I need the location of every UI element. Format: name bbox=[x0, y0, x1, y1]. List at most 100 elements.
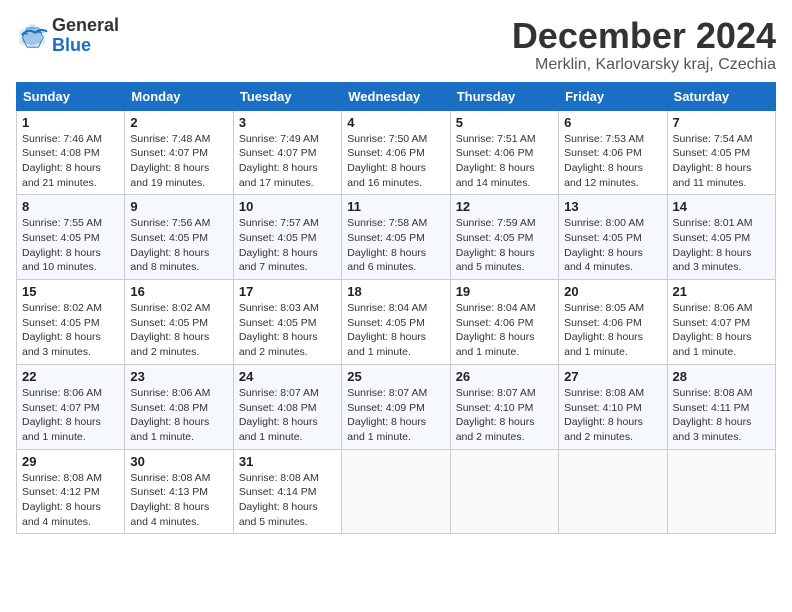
header-saturday: Saturday bbox=[667, 82, 775, 110]
day-detail: Sunrise: 7:59 AMSunset: 4:05 PMDaylight:… bbox=[456, 216, 553, 275]
day-detail: Sunrise: 8:04 AMSunset: 4:05 PMDaylight:… bbox=[347, 301, 444, 360]
day-number: 14 bbox=[673, 199, 770, 214]
calendar-cell: 15 Sunrise: 8:02 AMSunset: 4:05 PMDayligh… bbox=[17, 280, 125, 365]
day-number: 24 bbox=[239, 369, 336, 384]
day-detail: Sunrise: 7:49 AMSunset: 4:07 PMDaylight:… bbox=[239, 132, 336, 191]
day-number: 25 bbox=[347, 369, 444, 384]
day-detail: Sunrise: 8:06 AMSunset: 4:07 PMDaylight:… bbox=[22, 386, 119, 445]
page-header: General Blue December 2024 Merklin, Karl… bbox=[16, 16, 776, 74]
day-detail: Sunrise: 8:05 AMSunset: 4:06 PMDaylight:… bbox=[564, 301, 661, 360]
calendar-cell: 31 Sunrise: 8:08 AMSunset: 4:14 PMDayligh… bbox=[233, 449, 341, 534]
day-detail: Sunrise: 8:04 AMSunset: 4:06 PMDaylight:… bbox=[456, 301, 553, 360]
header-wednesday: Wednesday bbox=[342, 82, 450, 110]
calendar-cell: 30Sunrise: 8:08 AMSunset: 4:13 PMDayligh… bbox=[125, 449, 233, 534]
day-detail: Sunrise: 8:07 AMSunset: 4:08 PMDaylight:… bbox=[239, 386, 336, 445]
day-number: 12 bbox=[456, 199, 553, 214]
day-number: 28 bbox=[673, 369, 770, 384]
day-number: 31 bbox=[239, 454, 336, 469]
day-detail: Sunrise: 8:00 AMSunset: 4:05 PMDaylight:… bbox=[564, 216, 661, 275]
calendar-cell: 7 Sunrise: 7:54 AMSunset: 4:05 PMDaylight… bbox=[667, 110, 775, 195]
calendar-cell: 23 Sunrise: 8:06 AMSunset: 4:08 PMDayligh… bbox=[125, 364, 233, 449]
calendar-cell: 11 Sunrise: 7:58 AMSunset: 4:05 PMDayligh… bbox=[342, 195, 450, 280]
day-number: 6 bbox=[564, 115, 661, 130]
day-detail: Sunrise: 8:01 AMSunset: 4:05 PMDaylight:… bbox=[673, 216, 770, 275]
day-number: 21 bbox=[673, 284, 770, 299]
calendar-cell: 27Sunrise: 8:08 AMSunset: 4:10 PMDayligh… bbox=[559, 364, 667, 449]
day-detail: Sunrise: 8:07 AMSunset: 4:10 PMDaylight:… bbox=[456, 386, 553, 445]
day-detail: Sunrise: 7:58 AMSunset: 4:05 PMDaylight:… bbox=[347, 216, 444, 275]
day-number: 20 bbox=[564, 284, 661, 299]
day-number: 17 bbox=[239, 284, 336, 299]
calendar-cell: 22 Sunrise: 8:06 AMSunset: 4:07 PMDayligh… bbox=[17, 364, 125, 449]
day-number: 27 bbox=[564, 369, 661, 384]
calendar-cell: 21 Sunrise: 8:06 AMSunset: 4:07 PMDayligh… bbox=[667, 280, 775, 365]
calendar-cell bbox=[342, 449, 450, 534]
calendar-cell: 12 Sunrise: 7:59 AMSunset: 4:05 PMDayligh… bbox=[450, 195, 558, 280]
day-detail: Sunrise: 8:08 AMSunset: 4:11 PMDaylight:… bbox=[673, 386, 770, 445]
calendar-cell: 16Sunrise: 8:02 AMSunset: 4:05 PMDayligh… bbox=[125, 280, 233, 365]
day-detail: Sunrise: 8:08 AMSunset: 4:13 PMDaylight:… bbox=[130, 471, 227, 530]
day-number: 11 bbox=[347, 199, 444, 214]
day-detail: Sunrise: 7:50 AMSunset: 4:06 PMDaylight:… bbox=[347, 132, 444, 191]
day-number: 1 bbox=[22, 115, 119, 130]
calendar-cell bbox=[559, 449, 667, 534]
day-detail: Sunrise: 7:53 AMSunset: 4:06 PMDaylight:… bbox=[564, 132, 661, 191]
day-detail: Sunrise: 7:57 AMSunset: 4:05 PMDaylight:… bbox=[239, 216, 336, 275]
logo-general: General bbox=[52, 15, 119, 35]
day-number: 13 bbox=[564, 199, 661, 214]
day-number: 3 bbox=[239, 115, 336, 130]
day-number: 7 bbox=[673, 115, 770, 130]
day-detail: Sunrise: 8:02 AMSunset: 4:05 PMDaylight:… bbox=[22, 301, 119, 360]
day-number: 26 bbox=[456, 369, 553, 384]
calendar-cell: 20 Sunrise: 8:05 AMSunset: 4:06 PMDayligh… bbox=[559, 280, 667, 365]
day-number: 23 bbox=[130, 369, 227, 384]
header-thursday: Thursday bbox=[450, 82, 558, 110]
calendar-cell: 8Sunrise: 7:55 AMSunset: 4:05 PMDaylight… bbox=[17, 195, 125, 280]
day-number: 9 bbox=[130, 199, 227, 214]
calendar-cell bbox=[450, 449, 558, 534]
month-title: December 2024 bbox=[512, 16, 776, 56]
day-number: 22 bbox=[22, 369, 119, 384]
calendar-cell: 13 Sunrise: 8:00 AMSunset: 4:05 PMDayligh… bbox=[559, 195, 667, 280]
day-detail: Sunrise: 8:06 AMSunset: 4:07 PMDaylight:… bbox=[673, 301, 770, 360]
calendar-cell: 26 Sunrise: 8:07 AMSunset: 4:10 PMDayligh… bbox=[450, 364, 558, 449]
day-number: 19 bbox=[456, 284, 553, 299]
calendar-cell: 14 Sunrise: 8:01 AMSunset: 4:05 PMDayligh… bbox=[667, 195, 775, 280]
logo: General Blue bbox=[16, 16, 119, 56]
calendar-cell bbox=[667, 449, 775, 534]
header-sunday: Sunday bbox=[17, 82, 125, 110]
day-number: 15 bbox=[22, 284, 119, 299]
header-monday: Monday bbox=[125, 82, 233, 110]
calendar-cell: 19 Sunrise: 8:04 AMSunset: 4:06 PMDayligh… bbox=[450, 280, 558, 365]
day-detail: Sunrise: 7:48 AMSunset: 4:07 PMDaylight:… bbox=[130, 132, 227, 191]
calendar-cell: 9 Sunrise: 7:56 AMSunset: 4:05 PMDaylight… bbox=[125, 195, 233, 280]
calendar-cell: 25Sunrise: 8:07 AMSunset: 4:09 PMDayligh… bbox=[342, 364, 450, 449]
calendar-cell: 28 Sunrise: 8:08 AMSunset: 4:11 PMDayligh… bbox=[667, 364, 775, 449]
day-detail: Sunrise: 8:02 AMSunset: 4:05 PMDaylight:… bbox=[130, 301, 227, 360]
logo-icon bbox=[16, 20, 48, 52]
day-number: 8 bbox=[22, 199, 119, 214]
day-detail: Sunrise: 8:08 AMSunset: 4:14 PMDaylight:… bbox=[239, 471, 336, 530]
day-number: 18 bbox=[347, 284, 444, 299]
calendar-row: 22 Sunrise: 8:06 AMSunset: 4:07 PMDayligh… bbox=[17, 364, 776, 449]
day-number: 5 bbox=[456, 115, 553, 130]
calendar-cell: 29Sunrise: 8:08 AMSunset: 4:12 PMDayligh… bbox=[17, 449, 125, 534]
location: Merklin, Karlovarsky kraj, Czechia bbox=[512, 56, 776, 74]
weekday-header-row: Sunday Monday Tuesday Wednesday Thursday… bbox=[17, 82, 776, 110]
title-block: December 2024 Merklin, Karlovarsky kraj,… bbox=[512, 16, 776, 74]
day-detail: Sunrise: 7:54 AMSunset: 4:05 PMDaylight:… bbox=[673, 132, 770, 191]
header-friday: Friday bbox=[559, 82, 667, 110]
calendar-cell: 10Sunrise: 7:57 AMSunset: 4:05 PMDayligh… bbox=[233, 195, 341, 280]
calendar-cell: 6 Sunrise: 7:53 AMSunset: 4:06 PMDaylight… bbox=[559, 110, 667, 195]
day-detail: Sunrise: 7:56 AMSunset: 4:05 PMDaylight:… bbox=[130, 216, 227, 275]
calendar-table: Sunday Monday Tuesday Wednesday Thursday… bbox=[16, 82, 776, 535]
calendar-cell: 2Sunrise: 7:48 AMSunset: 4:07 PMDaylight… bbox=[125, 110, 233, 195]
day-detail: Sunrise: 8:06 AMSunset: 4:08 PMDaylight:… bbox=[130, 386, 227, 445]
calendar-cell: 17 Sunrise: 8:03 AMSunset: 4:05 PMDayligh… bbox=[233, 280, 341, 365]
calendar-row: 29Sunrise: 8:08 AMSunset: 4:12 PMDayligh… bbox=[17, 449, 776, 534]
calendar-cell: 1Sunrise: 7:46 AMSunset: 4:08 PMDaylight… bbox=[17, 110, 125, 195]
day-detail: Sunrise: 8:03 AMSunset: 4:05 PMDaylight:… bbox=[239, 301, 336, 360]
calendar-row: 8Sunrise: 7:55 AMSunset: 4:05 PMDaylight… bbox=[17, 195, 776, 280]
day-detail: Sunrise: 7:51 AMSunset: 4:06 PMDaylight:… bbox=[456, 132, 553, 191]
calendar-cell: 24 Sunrise: 8:07 AMSunset: 4:08 PMDayligh… bbox=[233, 364, 341, 449]
